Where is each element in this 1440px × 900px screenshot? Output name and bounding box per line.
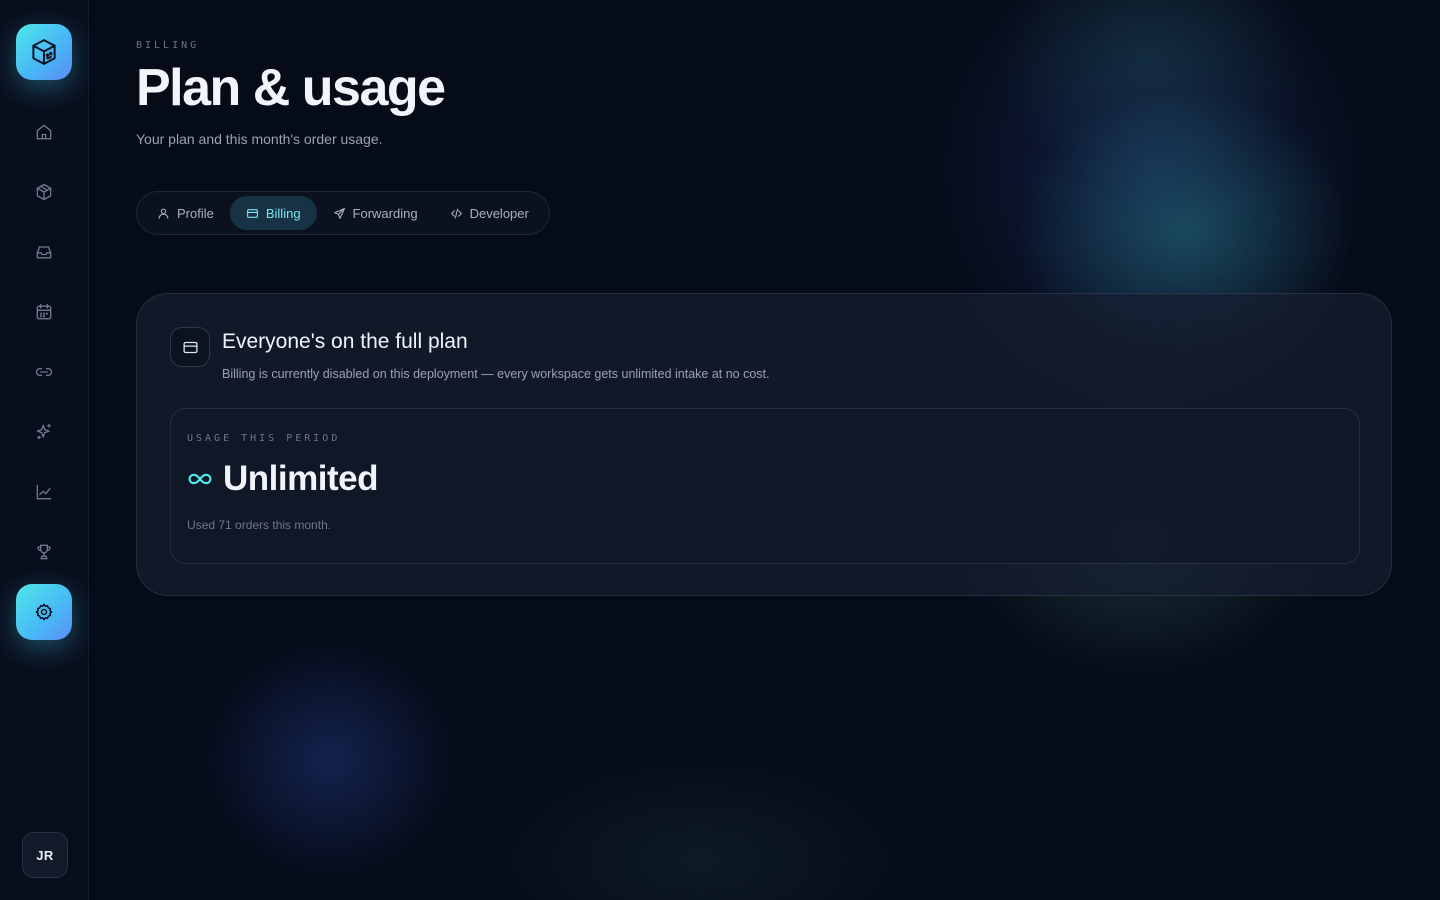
sidebar-item-inbox[interactable] xyxy=(24,232,64,272)
plan-card-description: Billing is currently disabled on this de… xyxy=(222,367,770,381)
settings-tabs: Profile Billing Forwarding Developer xyxy=(136,191,550,235)
sparkles-icon xyxy=(36,423,51,440)
sidebar-item-home[interactable] xyxy=(24,112,64,152)
chart-line-icon xyxy=(36,484,52,500)
calendar-icon xyxy=(36,303,52,320)
user-avatar[interactable]: JR xyxy=(22,832,68,878)
cube-logo-icon xyxy=(32,39,56,65)
credit-card-icon xyxy=(246,208,258,218)
send-icon xyxy=(333,207,345,219)
code-icon xyxy=(450,208,462,218)
link-icon xyxy=(35,368,53,376)
credit-card-icon xyxy=(182,341,198,353)
sidebar: JR xyxy=(0,0,89,900)
app-logo[interactable] xyxy=(16,24,72,80)
gear-icon xyxy=(35,603,53,621)
tab-billing-label: Billing xyxy=(265,205,301,221)
page-subtitle: Your plan and this month's order usage. xyxy=(136,131,383,147)
infinity-icon xyxy=(188,473,212,485)
package-icon xyxy=(36,183,52,201)
inbox-icon xyxy=(36,246,52,259)
usage-value-row: Unlimited xyxy=(187,459,378,499)
usage-panel: USAGE THIS PERIOD Unlimited Used 71 orde… xyxy=(170,408,1360,564)
plan-card: Everyone's on the full plan Billing is c… xyxy=(136,293,1392,596)
plan-card-title: Everyone's on the full plan xyxy=(222,330,468,353)
sidebar-item-packages[interactable] xyxy=(24,172,64,212)
sidebar-item-calendar[interactable] xyxy=(24,292,64,332)
page-title: Plan & usage xyxy=(136,59,446,117)
tab-billing[interactable]: Billing xyxy=(229,196,317,230)
tab-forwarding[interactable]: Forwarding xyxy=(317,196,434,230)
usage-label: USAGE THIS PERIOD xyxy=(187,433,341,444)
tab-profile[interactable]: Profile xyxy=(141,196,230,230)
plan-card-icon xyxy=(170,327,210,367)
page-eyebrow: BILLING xyxy=(136,40,200,51)
sidebar-item-analytics[interactable] xyxy=(24,472,64,512)
tab-profile-label: Profile xyxy=(177,205,214,221)
sidebar-item-links[interactable] xyxy=(24,352,64,392)
usage-note: Used 71 orders this month. xyxy=(187,518,332,532)
sidebar-item-leaderboard[interactable] xyxy=(24,532,64,572)
user-icon xyxy=(158,208,169,219)
sidebar-item-settings[interactable] xyxy=(16,584,72,640)
tab-forwarding-label: Forwarding xyxy=(352,205,418,221)
trophy-icon xyxy=(37,544,51,560)
sidebar-item-ai[interactable] xyxy=(24,412,64,452)
usage-value: Unlimited xyxy=(223,459,378,498)
home-icon xyxy=(36,124,52,140)
tab-developer[interactable]: Developer xyxy=(434,196,545,230)
tab-developer-label: Developer xyxy=(469,205,529,221)
